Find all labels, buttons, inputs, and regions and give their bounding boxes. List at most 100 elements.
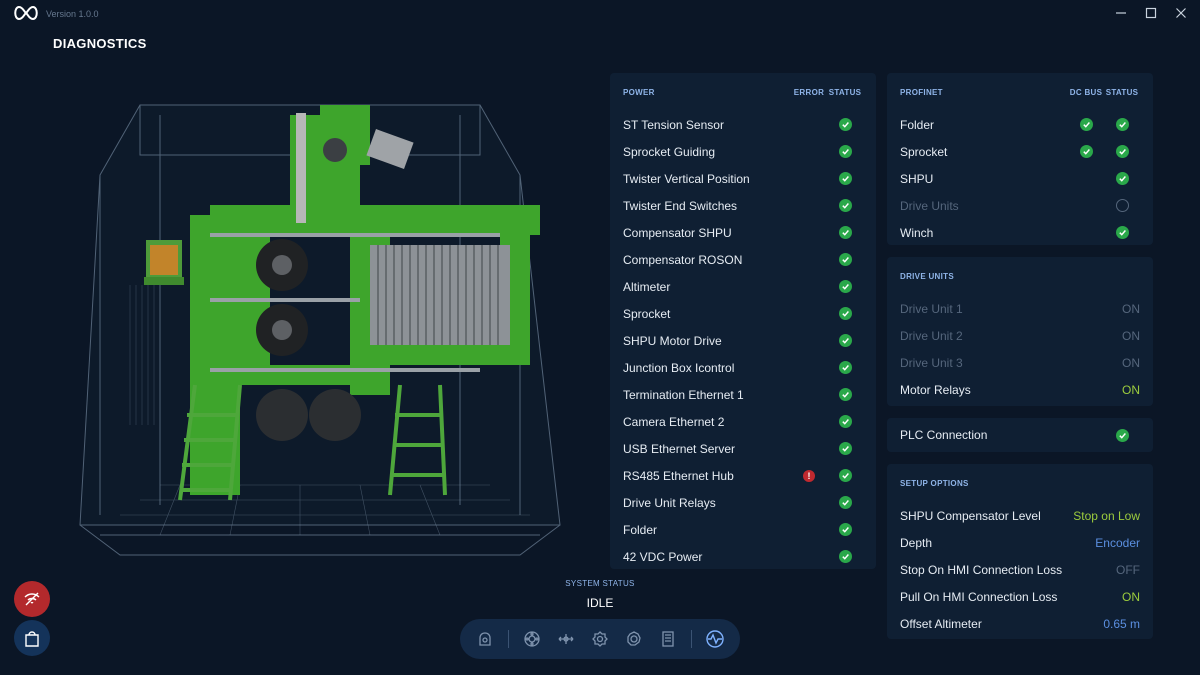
check-icon	[838, 442, 852, 455]
setup-option-value[interactable]: OFF	[1116, 563, 1140, 577]
power-row-label: Sprocket	[623, 306, 671, 321]
check-icon	[838, 280, 852, 293]
bag-button[interactable]	[14, 620, 50, 656]
profinet-row: Winch	[887, 219, 1153, 246]
reel-icon[interactable]	[521, 628, 543, 650]
setup-option-value[interactable]: Stop on Low	[1073, 509, 1140, 523]
window-controls	[1114, 6, 1188, 20]
no-signal-button[interactable]	[14, 581, 50, 617]
setup-option-value[interactable]: ON	[1122, 590, 1140, 604]
power-row-label: Junction Box Icontrol	[623, 360, 735, 375]
move-icon[interactable]	[555, 628, 577, 650]
close-button[interactable]	[1174, 6, 1188, 20]
power-row-label: 42 VDC Power	[623, 549, 703, 564]
plc-panel: PLC Connection	[887, 418, 1153, 452]
profinet-header: PROFINET DC BUS STATUS	[887, 73, 1153, 111]
setup-option-row[interactable]: Pull On HMI Connection Loss ON	[887, 583, 1153, 610]
plc-status-cell	[1104, 428, 1140, 442]
settings-icon[interactable]	[589, 628, 611, 650]
setup-option-row[interactable]: Depth Encoder	[887, 529, 1153, 556]
power-row: Compensator ROSON	[610, 246, 876, 273]
check-icon	[838, 253, 852, 266]
minimize-button[interactable]	[1114, 6, 1128, 20]
power-row: Compensator SHPU	[610, 219, 876, 246]
profinet-row: SHPU	[887, 165, 1153, 192]
check-icon	[838, 523, 852, 536]
profinet-status-cell	[1104, 226, 1140, 239]
power-row-label: Drive Unit Relays	[623, 495, 716, 510]
check-icon	[1079, 118, 1093, 131]
power-row: SHPU Motor Drive	[610, 327, 876, 354]
check-icon	[838, 496, 852, 509]
setup-option-row[interactable]: Stop On HMI Connection Loss OFF	[887, 556, 1153, 583]
power-row-label: Camera Ethernet 2	[623, 414, 725, 429]
maximize-button[interactable]	[1144, 6, 1158, 20]
power-status-cell	[827, 550, 863, 563]
power-row-label: Altimeter	[623, 279, 671, 294]
power-row-label: Termination Ethernet 1	[623, 387, 744, 402]
power-row: Folder	[610, 516, 876, 543]
power-row-label: Sprocket Guiding	[623, 144, 716, 159]
power-list: ST Tension Sensor Sprocket Guiding Twister…	[610, 111, 876, 570]
power-row: Sprocket Guiding	[610, 138, 876, 165]
setup-option-row[interactable]: SHPU Compensator Level Stop on Low	[887, 502, 1153, 529]
power-row-label: Twister End Switches	[623, 198, 738, 213]
maximize-icon	[1145, 7, 1157, 19]
bag-icon	[25, 631, 39, 647]
profinet-row-label: Sprocket	[900, 144, 948, 159]
drive-units-title: DRIVE UNITS	[900, 271, 954, 281]
power-status-cell	[827, 118, 863, 131]
profinet-row-label: Folder	[900, 117, 935, 132]
page-title: DIAGNOSTICS	[53, 36, 147, 51]
check-icon	[1079, 145, 1093, 158]
profinet-row-label: Drive Units	[900, 198, 959, 213]
power-status-cell	[827, 469, 863, 482]
power-row: USB Ethernet Server	[610, 435, 876, 462]
setup-options-header: SETUP OPTIONS	[887, 464, 1153, 502]
power-status-cell	[827, 253, 863, 266]
gear-cog-icon[interactable]	[623, 628, 645, 650]
power-row: Drive Unit Relays	[610, 489, 876, 516]
drive-unit-row: Drive Unit 2 ON	[887, 322, 1153, 349]
power-row: Junction Box Icontrol	[610, 354, 876, 381]
power-row: 42 VDC Power	[610, 543, 876, 570]
setup-option-row[interactable]: Offset Altimeter 0.65 m	[887, 610, 1153, 637]
check-icon	[838, 145, 852, 158]
profinet-dcbus-cell	[1068, 118, 1104, 131]
profinet-panel: PROFINET DC BUS STATUS Folder Sprocket SHP…	[887, 73, 1153, 245]
machine-3d-view[interactable]	[60, 95, 580, 565]
drive-unit-row: Drive Unit 1 ON	[887, 295, 1153, 322]
check-icon	[838, 415, 852, 428]
check-icon	[838, 226, 852, 239]
power-row: RS485 Ethernet Hub!	[610, 462, 876, 489]
plc-connection-label: PLC Connection	[900, 428, 988, 442]
power-row-label: Folder	[623, 522, 658, 537]
power-status-cell	[827, 280, 863, 293]
setup-option-value[interactable]: Encoder	[1095, 536, 1140, 550]
drive-units-panel: DRIVE UNITS Drive Unit 1 ON Drive Unit 2 ON…	[887, 257, 1153, 406]
camera-icon[interactable]	[474, 628, 496, 650]
power-status-cell	[827, 199, 863, 212]
drive-unit-row: Drive Unit 3 ON	[887, 349, 1153, 376]
profinet-row-label: SHPU	[900, 171, 934, 186]
power-row-label: ST Tension Sensor	[623, 117, 724, 132]
power-row-label: RS485 Ethernet Hub	[623, 468, 734, 483]
drive-unit-row: Motor Relays ON	[887, 376, 1153, 403]
document-icon[interactable]	[657, 628, 679, 650]
plc-connection-row: PLC Connection	[887, 418, 1153, 452]
check-icon	[838, 469, 852, 482]
setup-option-value[interactable]: 0.65 m	[1103, 617, 1140, 631]
check-icon	[838, 334, 852, 347]
profinet-row-label: Winch	[900, 225, 934, 240]
diagnostics-icon[interactable]	[704, 628, 726, 650]
drive-unit-value: ON	[1122, 355, 1140, 370]
setup-option-label: Pull On HMI Connection Loss	[900, 589, 1058, 604]
setup-option-label: Stop On HMI Connection Loss	[900, 562, 1063, 577]
drive-unit-label: Drive Unit 3	[900, 355, 963, 370]
setup-option-label: SHPU Compensator Level	[900, 508, 1041, 523]
power-status-cell	[827, 334, 863, 347]
profinet-col-dcbus: DC BUS	[1069, 87, 1103, 97]
power-status-cell	[827, 415, 863, 428]
power-row: Altimeter	[610, 273, 876, 300]
check-icon	[1115, 428, 1129, 442]
